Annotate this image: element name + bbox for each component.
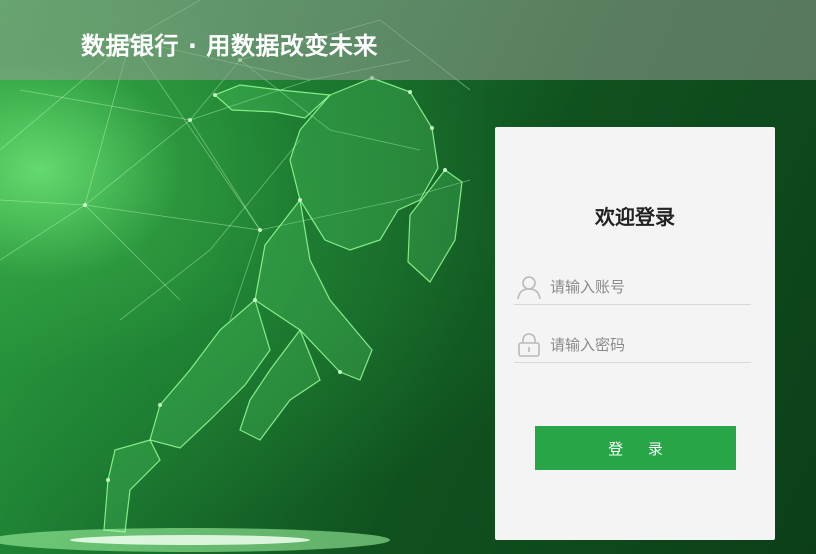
login-title: 欢迎登录 <box>595 205 675 229</box>
lock-icon <box>518 332 540 357</box>
account-field <box>514 269 751 305</box>
password-field <box>514 327 751 363</box>
header-bar: 数据银行 · 用数据改变未来 <box>0 0 816 80</box>
login-button[interactable]: 登 录 <box>535 426 736 470</box>
account-input[interactable] <box>550 271 751 302</box>
user-icon <box>517 275 541 299</box>
site-title: 数据银行 · 用数据改变未来 <box>81 32 378 60</box>
password-input[interactable] <box>550 329 751 360</box>
login-page: 数据银行 · 用数据改变未来 欢迎登录 登 录 <box>0 0 816 554</box>
login-panel: 欢迎登录 登 录 <box>495 127 775 540</box>
